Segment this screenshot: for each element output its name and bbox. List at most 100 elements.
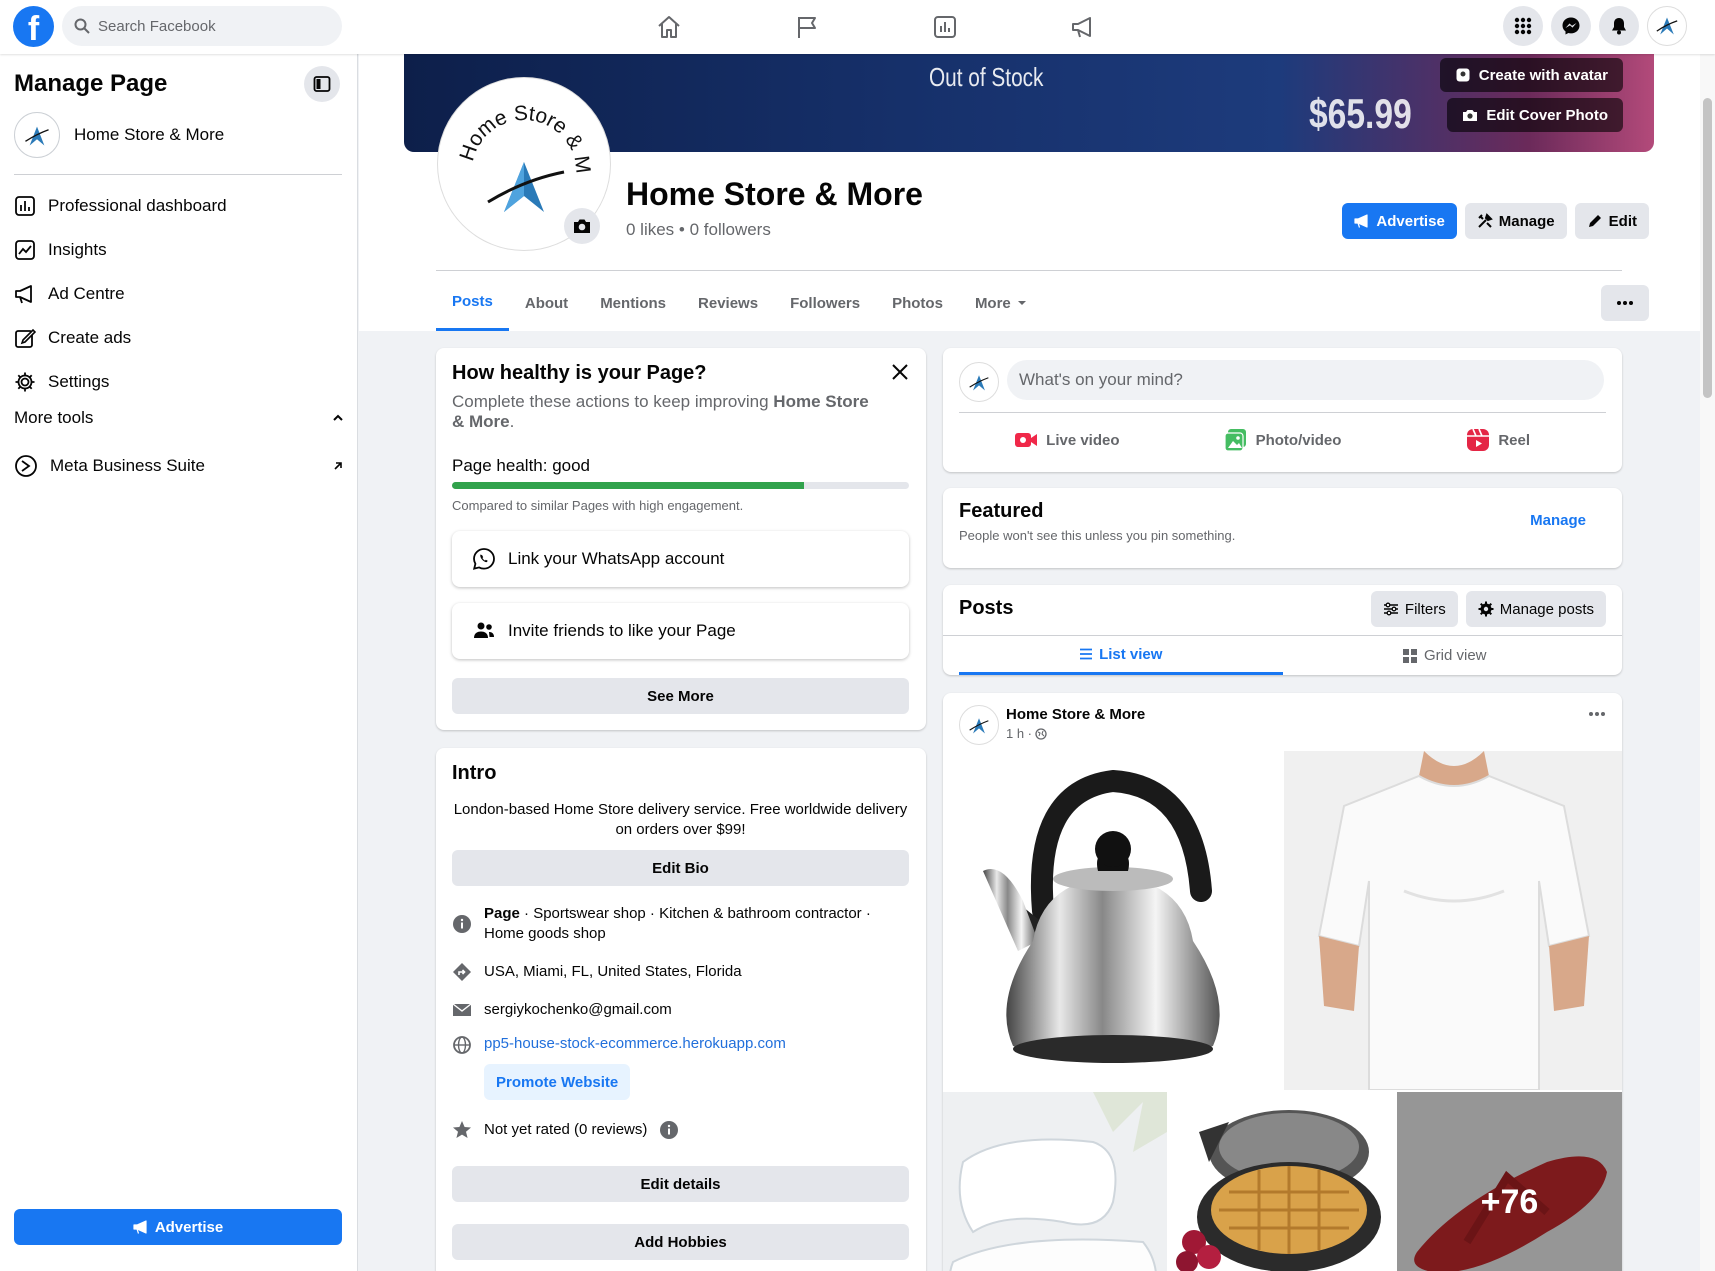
tab-followers[interactable]: Followers bbox=[774, 275, 876, 331]
create-with-avatar-button[interactable]: Create with avatar bbox=[1439, 58, 1623, 92]
sidebar-item-label: Professional dashboard bbox=[48, 196, 227, 215]
invite-friends-button[interactable]: Invite friends to like your Page bbox=[452, 603, 909, 659]
camera-icon bbox=[1462, 107, 1478, 123]
reel-button[interactable]: Reel bbox=[1390, 418, 1606, 462]
link-whatsapp-button[interactable]: Link your WhatsApp account bbox=[452, 531, 909, 587]
whats-on-your-mind-input[interactable] bbox=[1007, 360, 1604, 400]
posts-actions: Filters Manage posts bbox=[1370, 591, 1606, 627]
sidebar-page-switcher[interactable]: Home Store & More bbox=[14, 112, 224, 158]
tab-about[interactable]: About bbox=[509, 275, 584, 331]
collapse-sidebar-icon[interactable] bbox=[304, 66, 340, 102]
post-photo-sandal[interactable]: +76 bbox=[1397, 1092, 1622, 1271]
advertise-button[interactable]: Advertise bbox=[1342, 203, 1457, 239]
intro-title: Intro bbox=[452, 762, 497, 784]
promote-website-button[interactable]: Promote Website bbox=[484, 1064, 631, 1100]
star-icon bbox=[452, 1120, 472, 1140]
post-photo-kettle[interactable] bbox=[943, 751, 1282, 1090]
update-profile-picture-icon[interactable] bbox=[564, 208, 600, 244]
external-link-icon bbox=[332, 460, 344, 472]
intro-category: Page · Sportswear shop · Kitchen & bathr… bbox=[452, 904, 912, 944]
sidebar-item-professional-dashboard[interactable]: Professional dashboard bbox=[14, 184, 344, 228]
grid-view-label: Grid view bbox=[1423, 647, 1487, 664]
avatar-sticker-icon bbox=[1455, 67, 1471, 83]
manage-page-sidebar: Manage Page Home Store & More Profession… bbox=[0, 54, 358, 1271]
sidebar-item-insights[interactable]: Insights bbox=[14, 228, 344, 272]
intro-website: pp5-house-stock-ecommerce.herokuapp.com bbox=[452, 1034, 912, 1054]
sidebar-item-label: Ad Centre bbox=[48, 284, 125, 303]
photo-video-label: Photo/video bbox=[1255, 431, 1342, 449]
invite-friends-label: Invite friends to like your Page bbox=[508, 621, 736, 640]
post-timestamp[interactable]: 1 h · bbox=[1006, 726, 1047, 741]
more-tools-toggle[interactable]: More tools bbox=[14, 408, 344, 428]
edit-cover-photo-button[interactable]: Edit Cover Photo bbox=[1447, 98, 1623, 132]
flag-icon[interactable] bbox=[738, 0, 876, 54]
tab-more[interactable]: More bbox=[959, 275, 1043, 331]
featured-manage-link[interactable]: Manage bbox=[1530, 512, 1586, 529]
more-photos-count[interactable]: +76 bbox=[1397, 1092, 1622, 1271]
post-author[interactable]: Home Store & More bbox=[1006, 706, 1145, 723]
more-options-button[interactable] bbox=[1601, 285, 1649, 321]
edit-button[interactable]: Edit bbox=[1574, 203, 1649, 239]
sidebar-advertise-button[interactable]: Advertise bbox=[14, 1209, 342, 1245]
live-video-button[interactable]: Live video bbox=[959, 418, 1175, 462]
home-icon[interactable] bbox=[600, 0, 738, 54]
sidebar-page-name: Home Store & More bbox=[74, 125, 225, 144]
post-photo-waffle-maker[interactable] bbox=[1169, 1092, 1395, 1271]
post-time-text: 1 h · bbox=[1006, 726, 1033, 741]
page-health-compared: Compared to similar Pages with high enga… bbox=[452, 498, 744, 513]
page-avatar bbox=[14, 112, 60, 158]
edit-bio-button[interactable]: Edit Bio bbox=[452, 850, 909, 886]
post-options-icon[interactable] bbox=[1588, 711, 1606, 717]
composer-divider bbox=[959, 412, 1606, 413]
page-title: Home Store & More bbox=[626, 176, 923, 212]
meta-business-suite-icon bbox=[14, 454, 38, 478]
post-composer: Live video Photo/video Reel bbox=[943, 348, 1622, 472]
tab-mentions[interactable]: Mentions bbox=[584, 275, 682, 331]
edit-details-button[interactable]: Edit details bbox=[452, 1166, 909, 1202]
avatar[interactable] bbox=[959, 705, 999, 745]
sidebar-menu: Professional dashboard Insights Ad Centr… bbox=[14, 184, 344, 404]
megaphone-icon[interactable] bbox=[1014, 0, 1152, 54]
avatar[interactable] bbox=[1647, 6, 1687, 46]
manage-posts-button[interactable]: Manage posts bbox=[1465, 591, 1606, 627]
header-divider bbox=[436, 270, 1622, 271]
sidebar-item-create-ads[interactable]: Create ads bbox=[14, 316, 344, 360]
scrollbar[interactable] bbox=[1700, 54, 1715, 1271]
manage-button[interactable]: Manage bbox=[1464, 203, 1567, 239]
intro-email: sergiykochenko@gmail.com bbox=[452, 1000, 912, 1020]
post-photo-pillow[interactable] bbox=[943, 1092, 1167, 1271]
bell-icon[interactable] bbox=[1599, 6, 1639, 46]
see-more-button[interactable]: See More bbox=[452, 678, 909, 714]
globe-icon bbox=[452, 1034, 472, 1054]
grid-view-tab[interactable]: Grid view bbox=[1283, 636, 1607, 675]
close-icon[interactable] bbox=[890, 362, 910, 382]
pencil-icon bbox=[1587, 213, 1603, 229]
menu-grid-icon[interactable] bbox=[1503, 6, 1543, 46]
tab-photos[interactable]: Photos bbox=[876, 275, 959, 331]
search-input[interactable] bbox=[98, 17, 318, 35]
info-icon[interactable] bbox=[659, 1120, 679, 1140]
tab-reviews[interactable]: Reviews bbox=[682, 275, 774, 331]
post-photo-tshirt[interactable] bbox=[1284, 751, 1622, 1090]
messenger-icon[interactable] bbox=[1551, 6, 1591, 46]
sidebar-item-ad-centre[interactable]: Ad Centre bbox=[14, 272, 344, 316]
list-view-tab[interactable]: List view bbox=[959, 636, 1283, 675]
sidebar-item-settings[interactable]: Settings bbox=[14, 360, 344, 404]
search-box[interactable] bbox=[62, 6, 342, 46]
add-hobbies-button[interactable]: Add Hobbies bbox=[452, 1224, 909, 1260]
tab-posts[interactable]: Posts bbox=[436, 275, 509, 331]
grid-icon bbox=[1402, 648, 1418, 664]
chart-icon[interactable] bbox=[876, 0, 1014, 54]
featured-title: Featured bbox=[959, 500, 1044, 522]
list-view-label: List view bbox=[1099, 645, 1163, 663]
page-header: Out of Stock $65.99 Create with avatar E… bbox=[359, 54, 1700, 331]
facebook-logo[interactable]: f bbox=[13, 6, 54, 47]
dashboard-icon bbox=[14, 195, 36, 217]
filters-button[interactable]: Filters bbox=[1370, 591, 1458, 627]
advertise-label: Advertise bbox=[1376, 212, 1445, 230]
sidebar-title: Manage Page bbox=[14, 70, 168, 97]
website-link[interactable]: pp5-house-stock-ecommerce.herokuapp.com bbox=[484, 1034, 786, 1054]
sidebar-item-meta-business-suite[interactable]: Meta Business Suite bbox=[14, 446, 344, 486]
scrollbar-thumb[interactable] bbox=[1703, 98, 1712, 398]
photo-video-button[interactable]: Photo/video bbox=[1175, 418, 1391, 462]
